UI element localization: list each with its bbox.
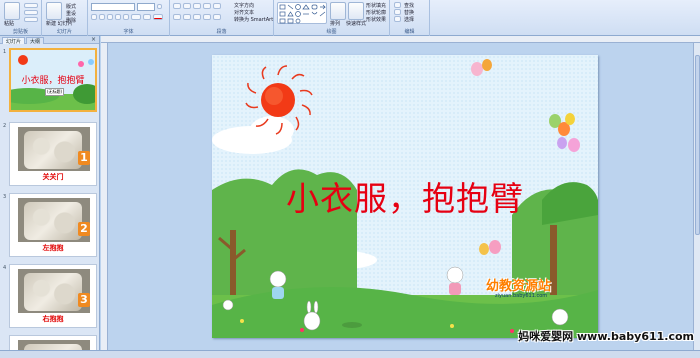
copy-button[interactable] bbox=[24, 10, 38, 15]
slide-caption: 右抱抱 bbox=[42, 314, 64, 323]
change-case-button[interactable] bbox=[143, 14, 151, 20]
step-badge: 1 bbox=[78, 151, 90, 165]
paragraph-group-label: 段落 bbox=[216, 29, 227, 35]
font-group-label: 字体 bbox=[123, 29, 134, 35]
numbering-button[interactable] bbox=[183, 3, 191, 9]
shapes-gallery[interactable] bbox=[277, 2, 327, 24]
clipboard-group-label: 剪贴板 bbox=[12, 29, 28, 35]
bullets-button[interactable] bbox=[173, 3, 181, 9]
layout-button[interactable]: 版式 bbox=[66, 3, 76, 10]
font-size-select[interactable] bbox=[137, 3, 155, 11]
editing-group: 查找 替换 选择 编辑 bbox=[390, 0, 430, 36]
drawing-group: 排列 快速样式 形状填充 形状轮廓 形状效果 绘图 bbox=[274, 0, 390, 36]
slide-thumbnail-3[interactable]: 2 左抱抱 bbox=[9, 193, 97, 257]
slides-group-label: 幻灯片 bbox=[56, 29, 72, 35]
font-group: 字体 bbox=[88, 0, 170, 36]
tab-outline[interactable]: 大纲 bbox=[26, 37, 45, 45]
slide-thumbnail-4[interactable]: 3 右抱抱 bbox=[9, 264, 97, 328]
shape-fill-button[interactable]: 形状填充 bbox=[366, 2, 386, 9]
font-family-select[interactable] bbox=[91, 3, 135, 11]
shape-effects-button[interactable]: 形状效果 bbox=[366, 16, 386, 23]
site-url: ziyuan.baby611.com bbox=[495, 293, 548, 299]
thumb1-subtitle: (无标题) bbox=[45, 88, 65, 96]
quick-styles-button[interactable] bbox=[348, 2, 364, 20]
slide-canvas-area: 小衣服，抱抱臂 幼教资源站 ziyuan.baby611.com bbox=[101, 36, 700, 350]
ribbon: 粘贴 剪贴板 新建 幻灯片 版式 重设 删除 幻灯片 字体 文字方向 对齐文本 … bbox=[0, 0, 700, 36]
thumb1-title: 小衣服，抱抱臂 bbox=[21, 76, 85, 86]
shapes-gallery-icons bbox=[279, 4, 326, 24]
step-badge: 3 bbox=[78, 293, 90, 307]
increase-indent-button[interactable] bbox=[203, 3, 211, 9]
site-logo: 幼教资源站 bbox=[486, 279, 552, 294]
strikethrough-button[interactable] bbox=[123, 14, 129, 20]
slide-thumbnail-1[interactable]: 小衣服，抱抱臂 (无标题) bbox=[9, 48, 97, 112]
text-direction-button[interactable]: 文字方向 bbox=[234, 2, 254, 9]
slide-number: 4 bbox=[3, 265, 7, 271]
paste-label: 粘贴 bbox=[4, 21, 15, 27]
decrease-indent-button[interactable] bbox=[193, 3, 201, 9]
char-spacing-button[interactable] bbox=[131, 14, 141, 20]
slide-thumbnail-panel: 幻灯片 大纲 × 1 小衣服，抱抱臂 (无标题) 2 1 关关门 3 2 左抱抱… bbox=[0, 36, 100, 355]
smartart-button[interactable]: 转换为 SmartArt bbox=[234, 16, 273, 23]
align-center-button[interactable] bbox=[183, 14, 191, 20]
slide-1[interactable]: 小衣服，抱抱臂 幼教资源站 ziyuan.baby611.com bbox=[212, 55, 598, 338]
drawing-group-label: 绘图 bbox=[326, 29, 337, 35]
arrange-button[interactable] bbox=[330, 2, 346, 20]
align-right-button[interactable] bbox=[193, 14, 201, 20]
paste-button[interactable] bbox=[4, 2, 20, 20]
italic-button[interactable] bbox=[99, 14, 105, 20]
status-bar bbox=[0, 350, 700, 358]
align-left-button[interactable] bbox=[173, 14, 181, 20]
slide-number: 1 bbox=[3, 49, 7, 55]
bold-button[interactable] bbox=[91, 14, 97, 20]
line-spacing-button[interactable] bbox=[213, 3, 221, 9]
replace-icon bbox=[394, 9, 401, 15]
step-badge: 2 bbox=[78, 222, 90, 236]
cut-button[interactable] bbox=[24, 3, 38, 8]
delete-slide-button[interactable]: 删除 bbox=[66, 17, 76, 24]
justify-button[interactable] bbox=[203, 14, 211, 20]
select-icon bbox=[394, 16, 401, 22]
vertical-scrollbar[interactable] bbox=[693, 43, 700, 350]
find-icon bbox=[394, 2, 401, 8]
close-panel-icon[interactable]: × bbox=[91, 36, 96, 43]
slide-caption: 左抱抱 bbox=[42, 243, 64, 252]
slide-title[interactable]: 小衣服，抱抱臂 bbox=[212, 172, 598, 220]
vertical-ruler bbox=[101, 43, 108, 350]
tab-slides[interactable]: 幻灯片 bbox=[2, 37, 26, 45]
shape-outline-button[interactable]: 形状轮廓 bbox=[366, 9, 386, 16]
font-color-button[interactable] bbox=[153, 14, 163, 20]
scrollbar-thumb[interactable] bbox=[695, 55, 700, 235]
slide-thumbnail-2[interactable]: 1 关关门 bbox=[9, 122, 97, 186]
grow-font-icon[interactable] bbox=[157, 4, 162, 9]
slides-group: 新建 幻灯片 版式 重设 删除 幻灯片 bbox=[42, 0, 88, 36]
underline-button[interactable] bbox=[107, 14, 113, 20]
arrange-label: 排列 bbox=[330, 21, 341, 27]
columns-button[interactable] bbox=[213, 14, 221, 20]
panel-tabs: 幻灯片 大纲 × bbox=[0, 36, 99, 45]
select-button[interactable]: 选择 bbox=[404, 16, 414, 23]
align-text-button[interactable]: 对齐文本 bbox=[234, 9, 254, 16]
watermark: 妈咪爱婴网 www.baby611.com bbox=[518, 330, 694, 343]
clipboard-group: 粘贴 剪贴板 bbox=[0, 0, 42, 36]
shadow-button[interactable] bbox=[115, 14, 121, 20]
format-painter-button[interactable] bbox=[24, 17, 38, 22]
editing-group-label: 编辑 bbox=[404, 29, 415, 35]
slide-number: 3 bbox=[3, 194, 7, 200]
replace-button[interactable]: 替换 bbox=[404, 9, 414, 16]
find-button[interactable]: 查找 bbox=[404, 2, 414, 9]
paragraph-group: 文字方向 对齐文本 转换为 SmartArt 段落 bbox=[170, 0, 274, 36]
slide-caption: 关关门 bbox=[42, 172, 64, 181]
slide-number: 2 bbox=[3, 123, 7, 129]
reset-button[interactable]: 重设 bbox=[66, 10, 76, 17]
new-slide-button[interactable] bbox=[46, 2, 62, 20]
horizontal-ruler bbox=[101, 36, 700, 43]
quick-styles-label: 快速样式 bbox=[346, 21, 367, 27]
